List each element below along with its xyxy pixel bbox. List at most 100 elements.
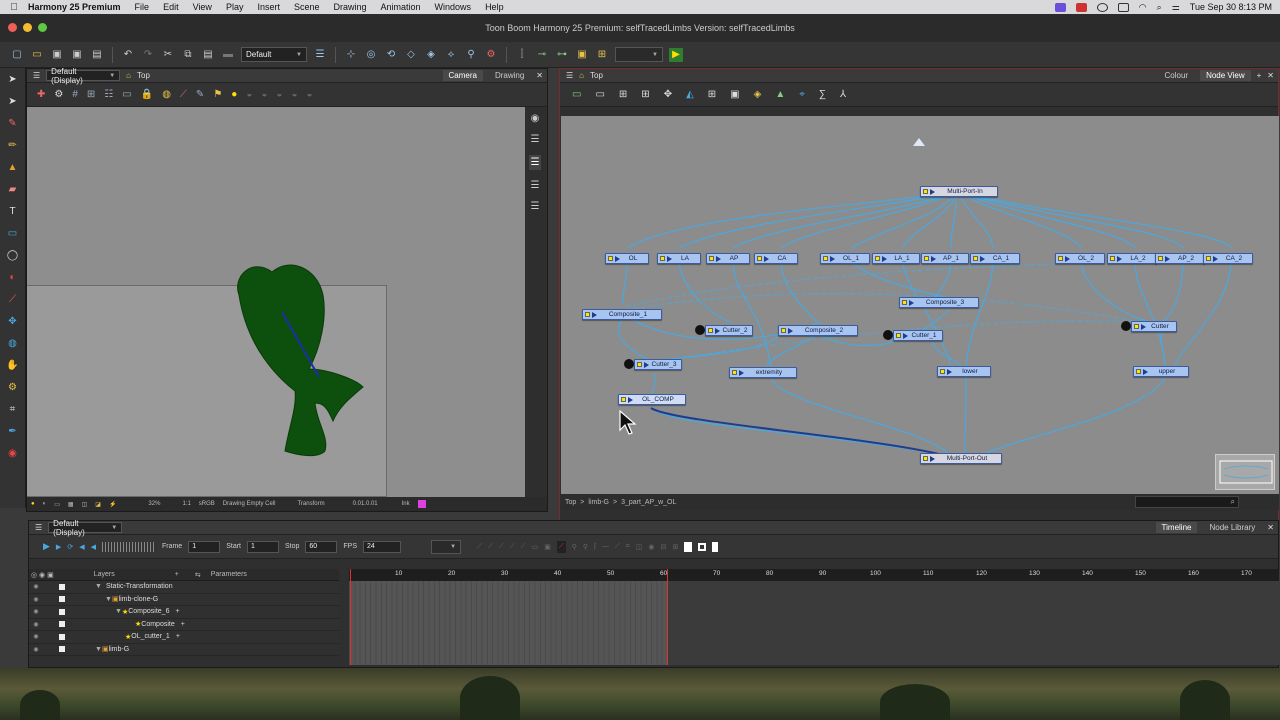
node-cutter-1[interactable]: Cutter_1 [883, 330, 943, 341]
tab-timeline[interactable]: Timeline [1155, 522, 1198, 533]
panel-menu-icon[interactable]: ☰ [33, 71, 40, 80]
add-param-icon[interactable]: + [181, 621, 185, 628]
layer-row[interactable]: ◉ ★ OL_cutter_1 + [29, 631, 339, 644]
menu-file[interactable]: File [135, 2, 150, 12]
zoom-window-button[interactable] [38, 23, 47, 32]
delete-icon[interactable]: ▬ [221, 48, 235, 62]
flash-status-icon[interactable]: ⚡ [109, 501, 116, 508]
layer-name[interactable]: Static-Transformation [106, 583, 173, 590]
layer-checkbox[interactable] [59, 596, 65, 603]
menu-scene[interactable]: Scene [294, 2, 320, 12]
add-layer-icon[interactable]: + [175, 571, 179, 578]
add-param-icon[interactable]: + [175, 608, 179, 615]
path-limb-g[interactable]: limb-G [588, 499, 609, 506]
layer-stack-4-icon[interactable]: ☰ [531, 201, 540, 212]
close-window-button[interactable] [8, 23, 17, 32]
hierarchy-icon[interactable]: ⊶ [555, 48, 569, 62]
deformation-node-icon[interactable]: ⌖ [799, 89, 805, 100]
shading-2-icon[interactable]: ◒ [261, 89, 267, 100]
menu-help[interactable]: Help [485, 2, 504, 12]
close-panel-icon[interactable]: ✕ [1267, 523, 1274, 532]
fps-input[interactable]: 24 [363, 540, 402, 553]
peg-tool-icon[interactable]: ⫿ [515, 48, 529, 62]
layer-stack-icon[interactable]: ☰ [531, 134, 540, 145]
eraser-tool-icon[interactable]: ▰ [9, 184, 17, 195]
workspace-manager-icon[interactable]: ☰ [313, 48, 327, 62]
node-ol[interactable]: OL [605, 253, 649, 264]
write-node-icon[interactable]: ▣ [730, 89, 739, 100]
rectangle-tool-icon[interactable]: ▭ [8, 228, 17, 239]
playhead-stop[interactable] [667, 569, 668, 665]
motion-icon[interactable]: ⟋ [488, 543, 493, 551]
shading-icon[interactable]: ◒ [246, 89, 252, 100]
node-ap[interactable]: AP [706, 253, 750, 264]
zoom-tool-icon[interactable]: ◍ [8, 338, 17, 349]
screen-record-icon[interactable] [1054, 2, 1066, 12]
layer-stack-active-icon[interactable]: ☰ [528, 155, 542, 170]
node-ol-1[interactable]: OL_1 [820, 253, 870, 264]
node-multi-port-out[interactable]: Multi-Port-Out [920, 453, 1002, 464]
crop-icon[interactable]: ⌗ [626, 543, 630, 551]
safety-area-icon[interactable]: ☷ [104, 89, 113, 100]
collapse-icon[interactable]: ▼ [105, 596, 112, 603]
control-center-icon[interactable]: ⚌ [1172, 2, 1180, 13]
settings-icon[interactable]: ⚙ [54, 89, 63, 100]
timeline-cells[interactable] [349, 581, 1279, 665]
cut-icon[interactable]: ✂ [161, 48, 175, 62]
node-view-canvas[interactable]: Multi-Port-In OL LA AP CA OL_1 LA_1 AP_1… [561, 116, 1279, 508]
eye-icon[interactable]: ◉ [31, 621, 41, 628]
node-ca-2[interactable]: CA_2 [1203, 253, 1253, 264]
frame-input[interactable]: 1 [188, 540, 221, 553]
node-extremity[interactable]: extremity [729, 367, 797, 378]
bulb-status-icon[interactable]: ● [31, 501, 35, 507]
limb-drawing[interactable] [27, 107, 527, 497]
contour-editor-icon[interactable]: ➤ [8, 96, 16, 107]
stop-input[interactable]: 60 [305, 540, 338, 553]
onion-skin-icon[interactable]: ◇ [404, 48, 418, 62]
align-icon[interactable]: ⊹ [344, 48, 358, 62]
layer-checkbox[interactable] [59, 621, 65, 628]
copy-icon[interactable]: ⧉ [181, 48, 195, 62]
frame-status-icon[interactable]: ▭ [54, 501, 60, 508]
sound-icon[interactable]: ◀ [79, 543, 84, 551]
view-mode-icon[interactable]: ◉ [531, 113, 540, 124]
playhead-start[interactable] [350, 569, 351, 665]
mask-icon[interactable]: ▭ [122, 89, 131, 100]
node-navigator[interactable] [1215, 454, 1275, 490]
tab-colour[interactable]: Colour [1159, 70, 1195, 81]
pencil-tool-icon[interactable]: ✏ [8, 140, 16, 151]
hold-icon[interactable]: ⟋ [521, 543, 526, 551]
fill-tool-icon[interactable]: ◐ [9, 272, 15, 283]
node-ap-2[interactable]: AP_2 [1155, 253, 1205, 264]
node-ol-comp[interactable]: OL_COMP [618, 394, 686, 405]
panel-menu-icon[interactable]: ☰ [566, 71, 573, 80]
transform-tool-icon[interactable]: ⚙ [8, 382, 17, 393]
eye-icon[interactable]: ◉ [31, 633, 41, 640]
node-composite-1[interactable]: Composite_1 [582, 309, 662, 320]
menubar-clock[interactable]: Tue Sep 30 8:13 PM [1190, 2, 1272, 12]
layer-name[interactable]: OL_cutter_1 [131, 633, 170, 640]
layer-filter-select[interactable]: ▼ [431, 539, 462, 554]
brush-tool-icon[interactable]: ✎ [8, 118, 16, 129]
layer-row[interactable]: ◉ ★ Composite + [29, 619, 339, 631]
node-composite-3[interactable]: Composite_3 [899, 297, 979, 308]
port-node-icon[interactable]: ⅄ [840, 89, 846, 100]
pen-icon[interactable]: ⟋ [615, 543, 620, 551]
layer-name[interactable]: limb-G [109, 646, 130, 653]
wifi-icon[interactable]: ◠ [1139, 2, 1147, 13]
menu-view[interactable]: View [193, 2, 212, 12]
eye-icon[interactable]: ◉ [31, 583, 41, 590]
lock-icon[interactable]: 🔒 [141, 89, 153, 100]
layer-checkbox[interactable] [59, 633, 65, 640]
hand-tool-icon[interactable]: ✋ [6, 360, 18, 371]
extend-icon[interactable]: ▭ [532, 543, 539, 551]
reposition-tool-icon[interactable]: ✥ [8, 316, 16, 327]
start-input[interactable]: 1 [247, 540, 279, 553]
onion-status-icon[interactable]: ◐ [43, 501, 47, 507]
frame-white-icon[interactable] [684, 541, 693, 552]
key-icon[interactable]: ⟋ [477, 543, 482, 551]
layer-name[interactable]: Composite_6 [128, 608, 169, 615]
pin-2-icon[interactable]: ⚲ [583, 543, 588, 551]
new-scene-icon[interactable]: ▢ [10, 48, 24, 62]
save-as-icon[interactable]: ▣ [70, 48, 84, 62]
